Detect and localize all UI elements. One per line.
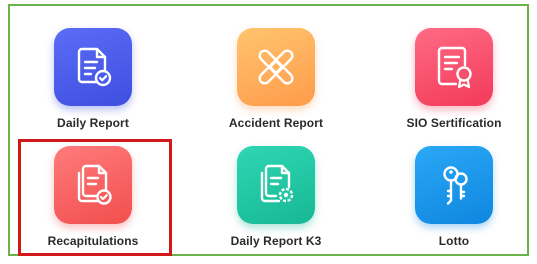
daily-report-icon-tile[interactable]	[54, 28, 132, 106]
menu-item-lotto[interactable]: Lotto	[374, 128, 534, 248]
daily-report-k3-icon-tile[interactable]	[237, 146, 315, 224]
certificate-icon	[437, 46, 472, 89]
documents-gear-icon	[260, 164, 294, 203]
menu-item-sio-sertification[interactable]: SIO Sertification	[374, 10, 534, 130]
accident-report-icon-tile[interactable]	[237, 28, 315, 106]
menu-item-label: Lotto	[438, 234, 470, 248]
keys-icon	[443, 166, 468, 205]
menu-item-daily-report-k3[interactable]: Daily Report K3	[196, 128, 356, 248]
menu-item-recapitulations[interactable]: Recapitulations	[13, 128, 173, 248]
bandage-icon	[258, 49, 294, 85]
documents-check-icon	[77, 164, 112, 205]
recapitulations-icon-tile[interactable]	[54, 146, 132, 224]
lotto-icon-tile[interactable]	[415, 146, 493, 224]
menu-item-label: Recapitulations	[47, 234, 139, 248]
menu-item-label: Daily Report K3	[230, 234, 322, 248]
sio-sertification-icon-tile[interactable]	[415, 28, 493, 106]
menu-item-accident-report[interactable]: Accident Report	[196, 10, 356, 130]
menu-item-daily-report[interactable]: Daily Report	[13, 10, 173, 130]
document-check-icon	[77, 47, 112, 87]
